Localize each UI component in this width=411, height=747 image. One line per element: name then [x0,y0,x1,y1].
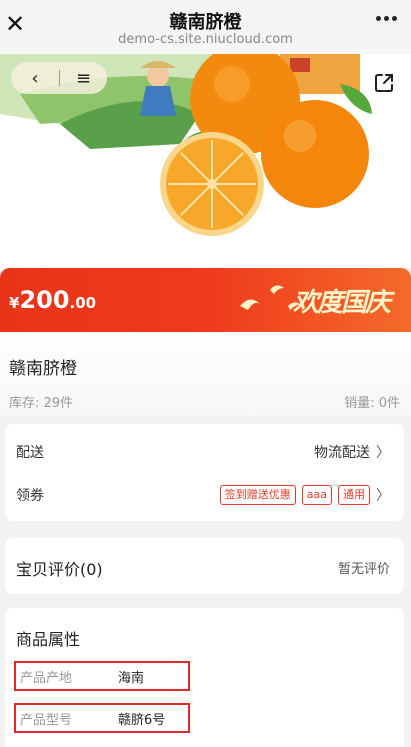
reviews-title: 宝贝评价(0) [16,560,103,579]
chevron-right-icon: 〉 [376,488,390,504]
product-info: 赣南脐橙 库存: 29件 销量: 0件 [0,332,411,416]
delivery-label: 配送 [16,445,44,461]
reviews-empty: 暂无评价 [337,562,390,577]
product-image: ‹ ≡ [0,54,411,268]
delivery-value: 物流配送 [314,445,370,461]
menu-icon[interactable]: ≡ [60,62,107,94]
page-url: demo-cs.site.niucloud.com [118,32,293,47]
festival-text: 欢度国庆 [292,288,391,318]
delivery-coupon-card: 配送 物流配送 〉 领券 签到赠送优惠 aaa 通用 〉 [5,424,404,521]
attribute-key: 产品产地 [20,670,73,686]
coupon-row[interactable]: 领券 签到赠送优惠 aaa 通用 〉 [16,480,390,510]
attribute-value: 赣脐6号 [118,712,166,728]
page-title: 赣南脐橙 [169,12,242,33]
attributes-title: 商品属性 [16,630,81,649]
nav-capsule: ‹ ≡ [11,62,107,94]
attribute-row-model: 产品型号 赣脐6号 [14,703,190,733]
product-sales: 销量: 0件 [344,396,400,411]
coupon-tag[interactable]: aaa [301,485,332,505]
product-stock: 库存: 29件 [9,396,74,411]
coupon-tag[interactable]: 签到赠送优惠 [219,485,296,505]
price-integer: 200 [19,286,70,314]
chevron-left-icon[interactable]: ‹ [11,62,59,94]
more-icon[interactable] [376,16,397,21]
price-banner: ¥200.00 欢度国庆 [0,268,411,332]
product-name: 赣南脐橙 [9,359,77,379]
coupon-label: 领券 [16,488,44,504]
delivery-row[interactable]: 配送 物流配送 〉 [16,437,390,467]
price-amount: ¥200.00 [9,286,96,314]
share-icon[interactable] [373,72,395,94]
chevron-right-icon: 〉 [376,445,390,461]
reviews-card[interactable]: 宝贝评价(0) 暂无评价 [5,538,404,594]
coupon-tag[interactable]: 通用 [338,485,370,505]
attributes-card: 商品属性 产品产地 海南 产品型号 赣脐6号 [5,608,404,747]
price-currency: ¥ [9,294,20,312]
attribute-value: 海南 [118,670,145,686]
attribute-row-origin: 产品产地 海南 [14,661,190,691]
attribute-key: 产品型号 [20,712,73,728]
browser-header: ✕ 赣南脐橙 demo-cs.site.niucloud.com [0,0,411,54]
price-decimal: .00 [69,294,97,312]
